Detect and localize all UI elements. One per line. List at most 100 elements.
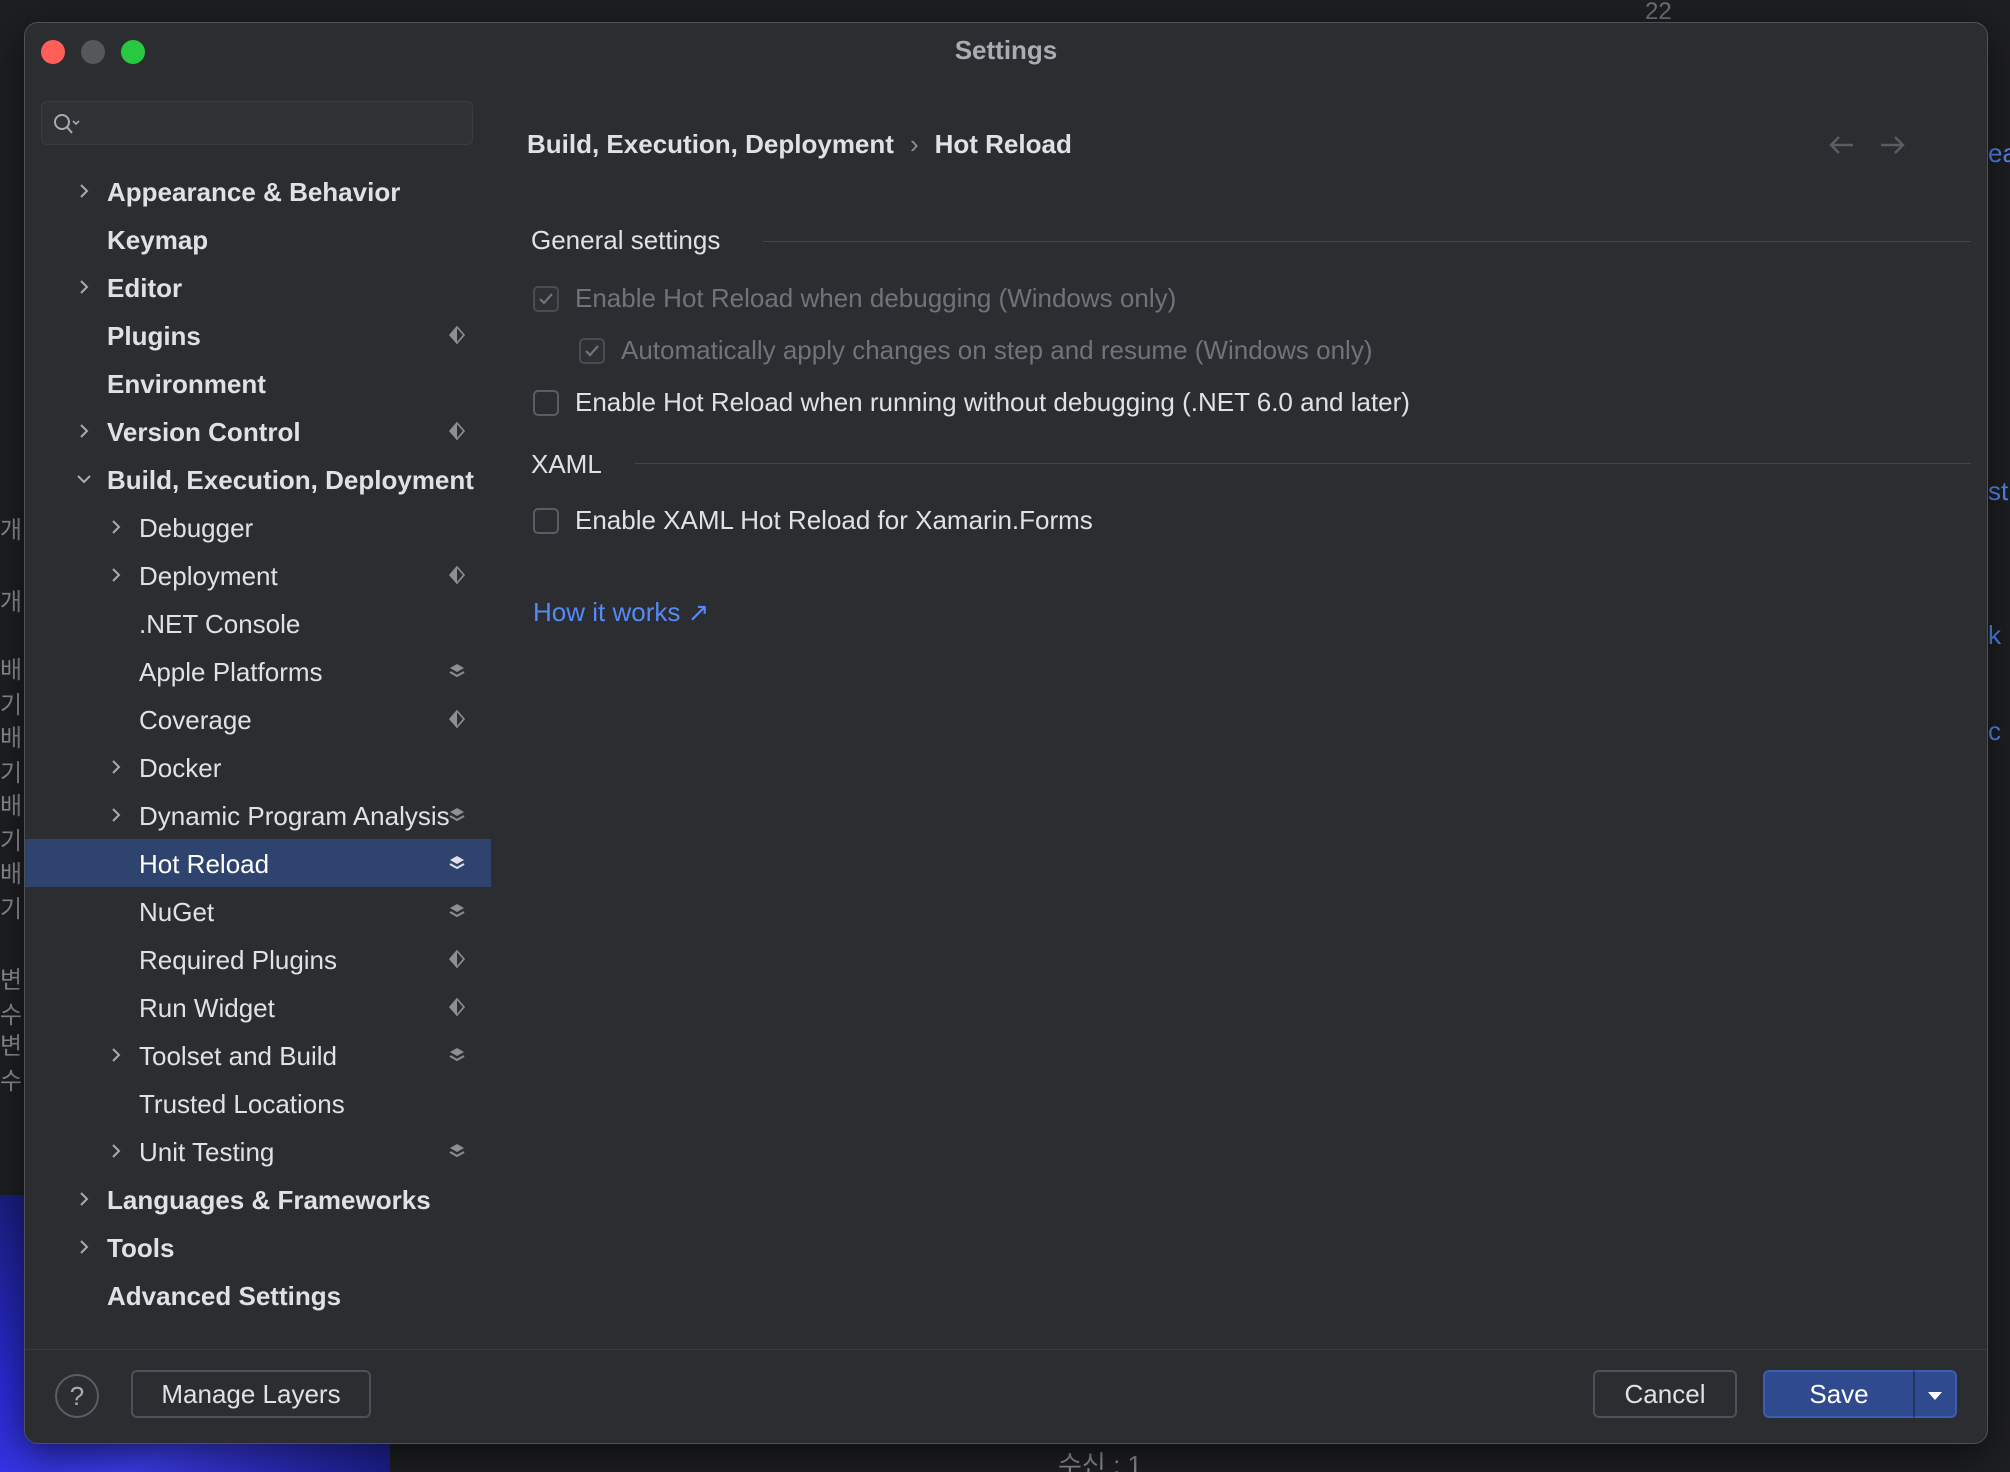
sidebar-item-editor[interactable]: Editor xyxy=(25,263,491,311)
search-input[interactable] xyxy=(86,108,456,138)
sidebar-item-label: Toolset and Build xyxy=(139,1041,338,1071)
chevron-down-icon[interactable] xyxy=(75,470,93,488)
background-text: 개 xyxy=(0,517,23,544)
sidebar-item-label: Tools xyxy=(107,1233,175,1263)
background-text: k xyxy=(1988,620,2001,650)
checkbox[interactable] xyxy=(579,337,605,364)
sidebar-item-appearance-behavior[interactable]: Appearance & Behavior xyxy=(25,167,491,215)
sidebar-item-trusted-locations[interactable]: Trusted Locations xyxy=(25,1079,491,1127)
chevron-right-icon[interactable] xyxy=(107,1046,125,1064)
checkbox[interactable] xyxy=(533,285,559,312)
settings-sidebar: Appearance & Behavior Keymap Editor Plugins… xyxy=(25,77,491,1349)
chevron-right-icon[interactable] xyxy=(107,566,125,584)
sidebar-item-label: Deployment xyxy=(139,561,278,591)
checkmark-icon xyxy=(585,344,599,357)
sidebar-item-dynamic-program-analysis[interactable]: Dynamic Program Analysis xyxy=(25,791,491,839)
back-arrow-icon[interactable] xyxy=(1825,133,1857,157)
how-it-works-link[interactable]: How it works ↗ xyxy=(533,597,709,628)
section-divider xyxy=(763,241,1971,242)
forward-arrow-icon[interactable] xyxy=(1877,133,1909,157)
background-text: 배기 xyxy=(0,793,23,855)
chevron-right-icon[interactable] xyxy=(75,1238,93,1256)
sidebar-item-debugger[interactable]: Debugger xyxy=(25,503,491,551)
sidebar-item-deployment[interactable]: Deployment xyxy=(25,551,491,599)
sidebar-item-label: Debugger xyxy=(139,513,254,543)
sidebar-item-hot-reload[interactable]: Hot Reload xyxy=(25,839,491,887)
sidebar-item-label: NuGet xyxy=(139,897,215,927)
sidebar-item-label: Languages & Frameworks xyxy=(107,1185,431,1215)
checkmark-icon xyxy=(539,292,553,305)
ide-scope-icon xyxy=(448,421,466,441)
sidebar-item-coverage[interactable]: Coverage xyxy=(25,695,491,743)
sidebar-item-label: Docker xyxy=(139,753,222,783)
ide-scope-icon xyxy=(448,565,466,585)
sidebar-item-toolset-and-build[interactable]: Toolset and Build xyxy=(25,1031,491,1079)
sidebar-item-label: Editor xyxy=(107,273,183,303)
layers-icon xyxy=(449,856,465,870)
sidebar-item-label: Apple Platforms xyxy=(139,657,323,687)
sidebar-item-build-execution-deployment[interactable]: Build, Execution, Deployment xyxy=(25,455,491,503)
chevron-right-icon[interactable] xyxy=(75,182,93,200)
sidebar-item-label: Trusted Locations xyxy=(139,1089,345,1119)
enable-hot-reload-debugging-option[interactable]: Enable Hot Reload when debugging (Window… xyxy=(533,283,1176,314)
background-text: st xyxy=(1988,476,2009,506)
sidebar-item-label: Appearance & Behavior xyxy=(107,177,401,207)
sidebar-item-tools[interactable]: Tools xyxy=(25,1223,491,1271)
window-title: Settings xyxy=(954,35,1058,65)
sidebar-item-version-control[interactable]: Version Control xyxy=(25,407,491,455)
sidebar-item-plugins[interactable]: Plugins xyxy=(25,311,491,359)
general-settings-title: General settings xyxy=(531,225,721,255)
sidebar-item-label: Hot Reload xyxy=(139,849,270,879)
sidebar-item-apple-platforms[interactable]: Apple Platforms xyxy=(25,647,491,695)
sidebar-item-docker[interactable]: Docker xyxy=(25,743,491,791)
chevron-right-icon[interactable] xyxy=(75,278,93,296)
cancel-button[interactable]: Cancel xyxy=(1593,1370,1737,1418)
background-editor-right: ea st k c xyxy=(1986,0,2010,1472)
save-options-button[interactable] xyxy=(1913,1370,1957,1418)
background-text: ea xyxy=(1988,138,2010,168)
chevron-right-icon[interactable] xyxy=(107,806,125,824)
layers-icon xyxy=(449,904,465,918)
enable-hot-reload-without-debugging-option[interactable]: Enable Hot Reload when running without d… xyxy=(533,387,1410,418)
option-label: Enable Hot Reload when running without d… xyxy=(575,387,1410,417)
save-button[interactable]: Save xyxy=(1763,1370,1915,1418)
sidebar-item-label: Build, Execution, Deployment xyxy=(107,465,474,495)
sidebar-item-unit-testing[interactable]: Unit Testing xyxy=(25,1127,491,1175)
help-button[interactable]: ? xyxy=(55,1374,99,1418)
background-editor-bottom: 수신 : 1 xyxy=(390,1445,2010,1472)
background-editor-top: 22 xyxy=(180,0,1980,25)
sidebar-item-label: Keymap xyxy=(107,225,209,255)
enable-xaml-hot-reload-option[interactable]: Enable XAML Hot Reload for Xamarin.Forms xyxy=(533,505,1093,536)
layers-icon xyxy=(449,664,465,678)
breadcrumb: Build, Execution, Deployment › Hot Reload xyxy=(527,129,1072,160)
layers-icon xyxy=(449,808,465,822)
chevron-right-icon[interactable] xyxy=(107,758,125,776)
sidebar-item-label: Plugins xyxy=(107,321,201,351)
dialog-footer: ? Manage Layers Cancel Save xyxy=(25,1349,1987,1443)
chevron-right-icon[interactable] xyxy=(107,518,125,536)
sidebar-item-required-plugins[interactable]: Required Plugins xyxy=(25,935,491,983)
sidebar-item-label: Version Control xyxy=(107,417,301,447)
background-text: c xyxy=(1988,716,2001,746)
chevron-right-icon[interactable] xyxy=(107,1142,125,1160)
sidebar-item-net-console[interactable]: .NET Console xyxy=(25,599,491,647)
sidebar-item-label: .NET Console xyxy=(139,609,301,639)
layers-icon xyxy=(449,1144,465,1158)
sidebar-item-languages-frameworks[interactable]: Languages & Frameworks xyxy=(25,1175,491,1223)
ide-scope-icon xyxy=(448,949,466,969)
sidebar-item-nuget[interactable]: NuGet xyxy=(25,887,491,935)
sidebar-item-keymap[interactable]: Keymap xyxy=(25,215,491,263)
checkbox[interactable] xyxy=(533,507,559,534)
search-field[interactable] xyxy=(41,101,473,145)
breadcrumb-parent[interactable]: Build, Execution, Deployment xyxy=(527,129,894,159)
breadcrumb-current: Hot Reload xyxy=(934,129,1072,159)
sidebar-item-environment[interactable]: Environment xyxy=(25,359,491,407)
manage-layers-button[interactable]: Manage Layers xyxy=(131,1370,371,1418)
checkbox[interactable] xyxy=(533,389,559,416)
chevron-right-icon[interactable] xyxy=(75,1190,93,1208)
sidebar-item-advanced-settings[interactable]: Advanced Settings xyxy=(25,1271,491,1319)
sidebar-item-run-widget[interactable]: Run Widget xyxy=(25,983,491,1031)
auto-apply-changes-option[interactable]: Automatically apply changes on step and … xyxy=(579,335,1373,366)
chevron-right-icon[interactable] xyxy=(75,422,93,440)
option-label: Enable Hot Reload when debugging (Window… xyxy=(575,283,1177,313)
